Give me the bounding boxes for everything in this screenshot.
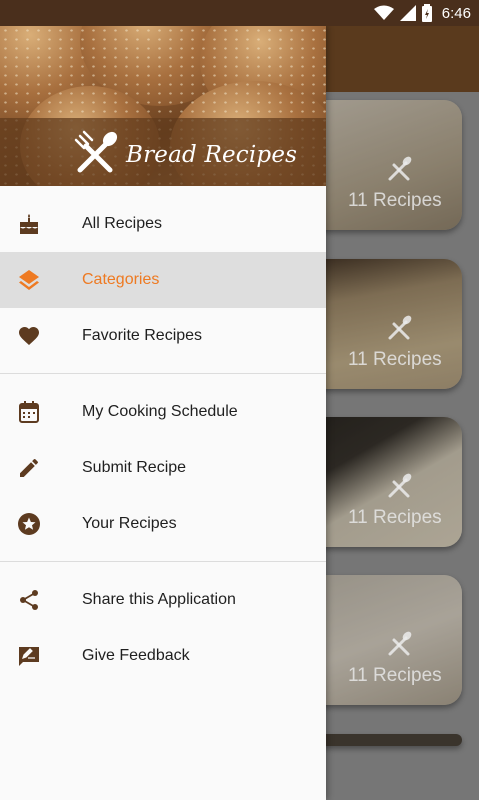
- menu-item-give-feedback[interactable]: Give Feedback: [0, 628, 326, 684]
- menu-item-your-recipes[interactable]: Your Recipes: [0, 496, 326, 552]
- menu-item-label: Your Recipes: [82, 515, 177, 532]
- category-card[interactable]: 11 Recipes: [308, 100, 462, 230]
- signal-icon: [399, 5, 416, 21]
- drawer-header: Bread Recipes: [0, 26, 326, 186]
- menu-item-my-cooking-schedule[interactable]: My Cooking Schedule: [0, 384, 326, 440]
- share-icon: [17, 588, 41, 612]
- menu-divider: [0, 373, 326, 374]
- fork-spoon-icon: [386, 315, 412, 346]
- app-title: Bread Recipes: [126, 141, 298, 168]
- category-card[interactable]: 11 Recipes: [308, 575, 462, 705]
- menu-item-label: Favorite Recipes: [82, 327, 203, 344]
- wifi-icon: [373, 5, 394, 21]
- drawer-brand: Bread Recipes: [72, 130, 297, 179]
- fork-spoon-icon: [72, 130, 118, 179]
- menu-item-all-recipes[interactable]: All Recipes: [0, 196, 326, 252]
- calendar-icon: [17, 400, 41, 424]
- menu-item-share-this-application[interactable]: Share this Application: [0, 572, 326, 628]
- feedback-icon: [17, 644, 41, 668]
- recipe-count-label: 11 Recipes: [348, 190, 442, 211]
- status-bar: 6:46: [0, 0, 479, 26]
- category-card[interactable]: [308, 734, 462, 746]
- status-time: 6:46: [441, 4, 471, 22]
- cake-icon: [17, 212, 41, 236]
- category-card[interactable]: 11 Recipes: [308, 259, 462, 389]
- menu-item-label: Share this Application: [82, 591, 236, 608]
- menu-item-submit-recipe[interactable]: Submit Recipe: [0, 440, 326, 496]
- pencil-icon: [17, 456, 41, 480]
- menu-item-label: My Cooking Schedule: [82, 403, 238, 420]
- menu-section: My Cooking Schedule Submit Recipe Your Rec…: [0, 384, 326, 552]
- battery-icon: [421, 4, 432, 22]
- navigation-drawer: Bread Recipes All Recipes Categories Favor…: [0, 26, 326, 800]
- menu-divider: [0, 561, 326, 562]
- recipe-count-label: 11 Recipes: [348, 507, 442, 528]
- menu-item-label: Submit Recipe: [82, 459, 187, 476]
- layers-icon: [17, 268, 41, 292]
- category-card[interactable]: 11 Recipes: [308, 417, 462, 547]
- fork-spoon-icon: [386, 156, 412, 187]
- menu-item-label: All Recipes: [82, 215, 163, 232]
- menu-item-label: Categories: [82, 271, 160, 288]
- menu-section: All Recipes Categories Favorite Recipes: [0, 196, 326, 364]
- recipe-count-label: 11 Recipes: [348, 665, 442, 686]
- menu-item-categories[interactable]: Categories: [0, 252, 326, 308]
- star-circle-icon: [17, 512, 41, 536]
- menu-item-favorite-recipes[interactable]: Favorite Recipes: [0, 308, 326, 364]
- fork-spoon-icon: [386, 631, 412, 662]
- menu-item-label: Give Feedback: [82, 647, 190, 664]
- heart-icon: [17, 324, 41, 348]
- recipe-count-label: 11 Recipes: [348, 349, 442, 370]
- menu-section: Share this Application Give Feedback: [0, 572, 326, 684]
- fork-spoon-icon: [386, 473, 412, 504]
